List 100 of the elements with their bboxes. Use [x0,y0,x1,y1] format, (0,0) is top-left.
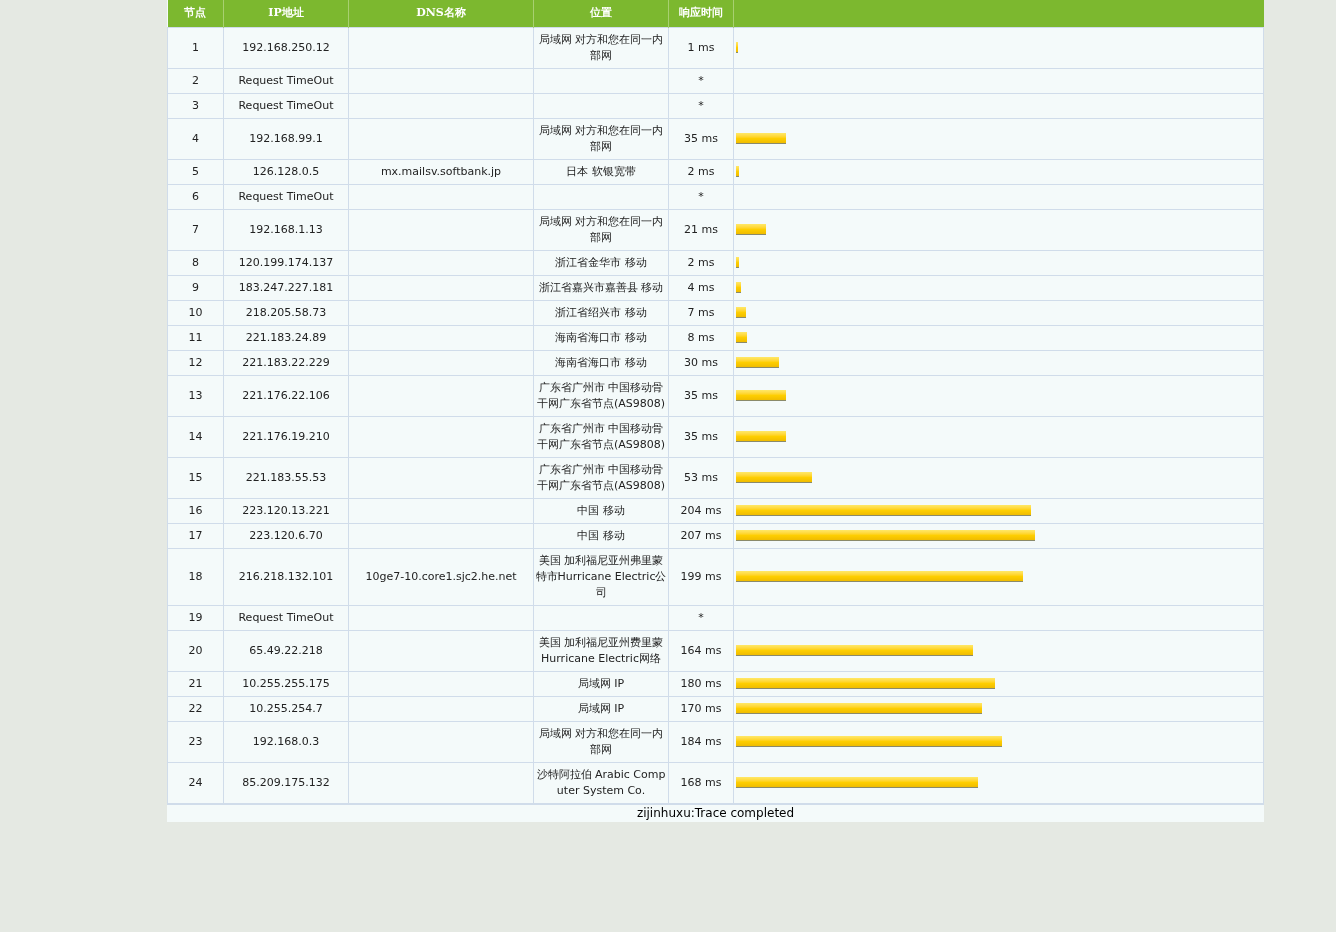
hop-number: 12 [188,355,203,369]
hop-number: 5 [192,164,199,178]
hop-number: 24 [188,775,203,789]
location-text: 浙江省金华市 移动 [555,255,647,269]
location-text: 广东省广州市 中国移动骨干网广东省节点(AS9808) [536,462,666,492]
ip-address: 192.168.99.1 [249,131,323,145]
column-header: 响应时间 [668,0,734,27]
hop-number: 8 [192,255,199,269]
ip-address: 221.183.55.53 [245,470,327,484]
hop-number: 13 [188,388,203,402]
location-text: 广东省广州市 中国移动骨干网广东省节点(AS9808) [536,380,666,410]
response-time: 8 ms [687,330,715,344]
response-time: 180 ms [680,676,722,690]
hop-number: 6 [192,189,199,203]
ip-address: 223.120.13.221 [242,503,330,517]
response-time: 204 ms [680,503,722,517]
hop-number: 16 [188,503,203,517]
location-text: 美国 加利福尼亚州弗里蒙特市Hurricane Electric公司 [535,553,667,599]
response-time: 4 ms [687,280,715,294]
response-time: 21 ms [684,222,718,236]
location-text: 局域网 对方和您在同一内部网 [538,32,664,62]
status-text: zijinhuxu:Trace completed [167,803,1264,822]
response-time: 1 ms [687,40,715,54]
ip-address: Request TimeOut [238,73,334,87]
response-time: 30 ms [684,355,718,369]
hop-number: 22 [188,701,203,715]
hop-number: 19 [188,610,203,624]
ip-address: 126.128.0.5 [252,164,320,178]
location-text: 中国 移动 [577,503,625,517]
hop-number: 14 [188,429,203,443]
response-time: 164 ms [680,643,722,657]
response-time: 168 ms [680,775,722,789]
hop-number: 1 [192,40,199,54]
ip-address: 10.255.254.7 [249,701,323,715]
location-text: 海南省海口市 移动 [555,355,647,369]
ip-address: 221.183.22.229 [242,355,330,369]
column-header: IP地址 [223,0,349,27]
ip-address: 221.183.24.89 [245,330,327,344]
location-text: 局域网 IP [577,676,625,690]
response-time: 53 ms [684,470,718,484]
location-text: 沙特阿拉伯 Arabic Computer System Co. [536,767,666,797]
ip-address: Request TimeOut [238,98,334,112]
response-time: * [698,189,704,203]
column-header: 节点 [167,0,224,27]
response-time: 170 ms [680,701,722,715]
ip-address: 120.199.174.137 [238,255,334,269]
location-text: 中国 移动 [577,528,625,542]
dns-name: mx.mailsv.softbank.jp [380,164,502,178]
hop-number: 11 [188,330,203,344]
location-text: 浙江省嘉兴市嘉善县 移动 [538,280,664,294]
hop-number: 20 [188,643,203,657]
hop-number: 15 [188,470,203,484]
hop-number: 21 [188,676,203,690]
hop-number: 18 [188,569,203,583]
ip-address: 192.168.0.3 [252,734,320,748]
response-time: 2 ms [687,164,715,178]
location-text: 日本 软银宽带 [566,164,636,178]
hop-number: 17 [188,528,203,542]
ip-address: 85.209.175.132 [242,775,330,789]
ip-address: Request TimeOut [238,610,334,624]
location-text: 美国 加利福尼亚州费里蒙Hurricane Electric网络 [538,635,664,665]
location-text: 海南省海口市 移动 [555,330,647,344]
response-time: 35 ms [684,131,718,145]
location-text: 浙江省绍兴市 移动 [555,305,647,319]
response-time: * [698,98,704,112]
ip-address: 221.176.19.210 [242,429,330,443]
ip-address: 65.49.22.218 [249,643,323,657]
ip-address: Request TimeOut [238,189,334,203]
response-time: * [698,73,704,87]
hop-number: 4 [192,131,199,145]
hop-number: 2 [192,73,199,87]
column-header: 位置 [533,0,669,27]
response-time: 184 ms [680,734,722,748]
ip-address: 218.205.58.73 [245,305,327,319]
ip-address: 223.120.6.70 [249,528,323,542]
location-text: 广东省广州市 中国移动骨干网广东省节点(AS9808) [536,421,666,451]
location-text: 局域网 对方和您在同一内部网 [538,214,664,244]
response-time: 7 ms [687,305,715,319]
hop-number: 9 [192,280,199,294]
ip-address: 10.255.255.175 [242,676,330,690]
location-text: 局域网 IP [577,701,625,715]
response-time: 35 ms [684,388,718,402]
hop-number: 10 [188,305,203,319]
response-time: 35 ms [684,429,718,443]
ip-address: 183.247.227.181 [238,280,334,294]
response-time: 2 ms [687,255,715,269]
response-time: 207 ms [680,528,722,542]
location-text: 局域网 对方和您在同一内部网 [538,726,664,756]
column-header: DNS名称 [348,0,534,27]
response-time: * [698,610,704,624]
ip-address: 192.168.250.12 [242,40,330,54]
response-time: 199 ms [680,569,722,583]
hop-number: 3 [192,98,199,112]
location-text: 局域网 对方和您在同一内部网 [538,123,664,153]
ip-address: 221.176.22.106 [242,388,330,402]
ip-address: 216.218.132.101 [238,569,334,583]
dns-name: 10ge7-10.core1.sjc2.he.net [365,569,517,583]
ip-address: 192.168.1.13 [249,222,323,236]
hop-number: 23 [188,734,203,748]
hop-number: 7 [192,222,199,236]
